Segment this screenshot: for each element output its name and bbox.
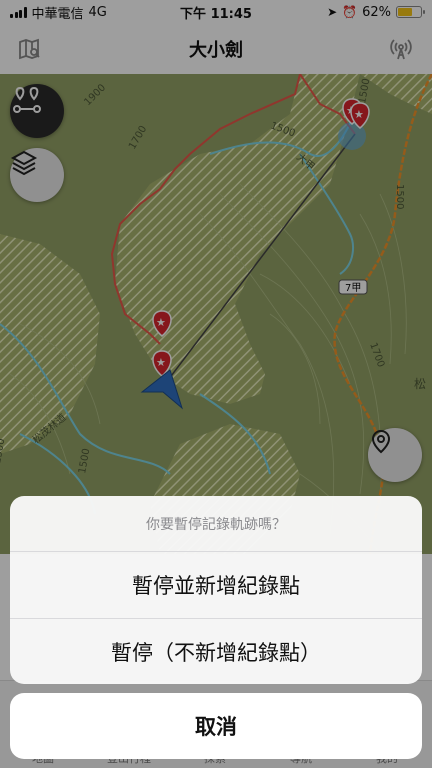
pause-and-add-record-point-button[interactable]: 暫停並新增紀錄點: [10, 552, 422, 618]
pause-without-record-point-button[interactable]: 暫停（不新增紀錄點）: [10, 618, 422, 684]
action-sheet: 你要暫停記錄軌跡嗎？ 暫停並新增紀錄點 暫停（不新增紀錄點）: [10, 496, 422, 684]
cancel-button[interactable]: 取消: [10, 693, 422, 759]
action-sheet-title: 你要暫停記錄軌跡嗎？: [10, 496, 422, 552]
